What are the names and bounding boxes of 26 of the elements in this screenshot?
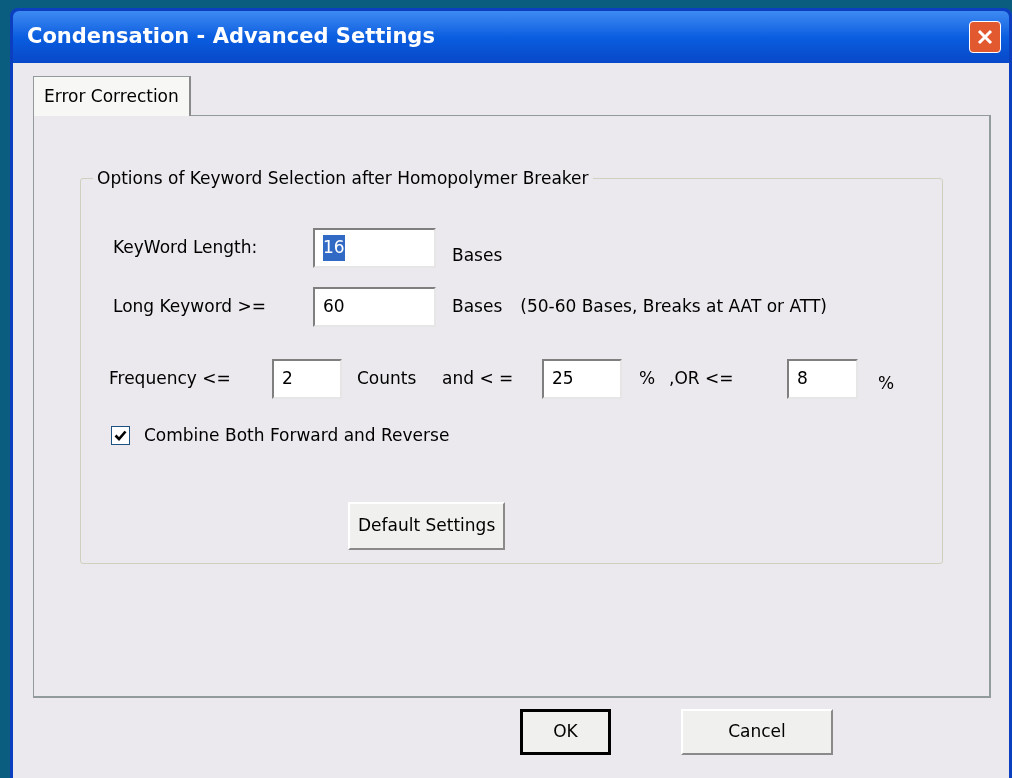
unit-label: Bases [452, 294, 503, 318]
field-label: and < = [442, 366, 515, 390]
close-button[interactable] [969, 21, 1001, 53]
field-label: KeyWord Length: [113, 236, 259, 259]
input-field[interactable]: 25 [542, 358, 622, 399]
input-field[interactable]: 60 [313, 286, 436, 327]
unit-label: Bases [452, 244, 503, 267]
dialog-button[interactable]: OK [520, 709, 611, 755]
checkbox[interactable] [111, 425, 130, 445]
input-field[interactable]: 16 [313, 227, 436, 268]
window-title: Condensation - Advanced Settings [27, 23, 435, 51]
unit-label: % [878, 371, 895, 395]
check-icon [114, 428, 127, 442]
field-label: Long Keyword >= [113, 294, 268, 318]
unit-label: % [639, 366, 657, 390]
input-field[interactable]: 2 [272, 358, 342, 399]
default-settings-button[interactable]: Default Settings [348, 502, 506, 550]
close-icon [976, 28, 994, 46]
note-text: (50-60 Bases, Breaks at AAT or ATT) [520, 294, 827, 318]
input-field[interactable]: 8 [787, 358, 858, 399]
dialog-button[interactable]: Cancel [681, 709, 833, 755]
checkbox-label: Combine Both Forward and Reverse [144, 423, 450, 447]
unit-label: Counts [357, 366, 418, 390]
tab[interactable]: Error Correction [33, 76, 191, 116]
field-label: ,OR <= [669, 366, 735, 390]
field-label: Frequency <= [109, 366, 232, 390]
